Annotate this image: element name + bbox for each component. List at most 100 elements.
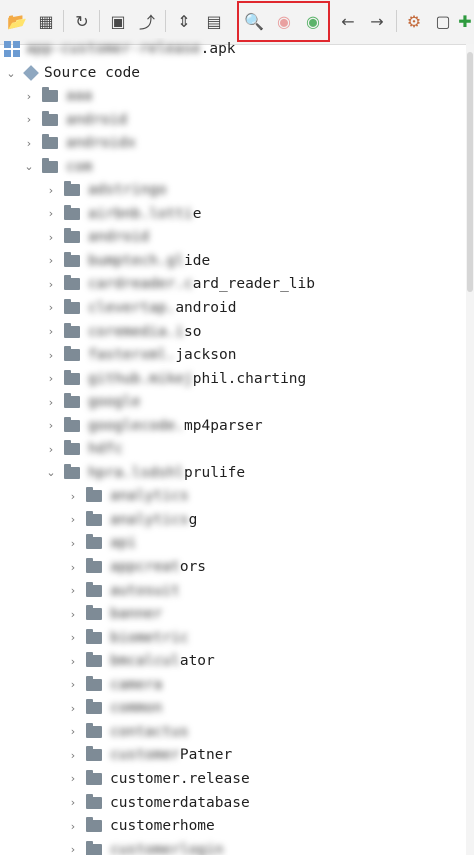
find-usage-icon[interactable]: ◉ — [302, 9, 324, 33]
tree-root-apk[interactable]: app-customer-release .apk — [4, 38, 236, 60]
tree-row[interactable]: › hdfc — [44, 438, 123, 460]
chevron-right-icon[interactable]: › — [44, 277, 58, 291]
tree-row[interactable]: › adstringo — [44, 179, 167, 201]
tree-row[interactable]: › appcreat ors — [66, 556, 206, 578]
chevron-right-icon[interactable]: › — [44, 207, 58, 221]
tree-row[interactable]: › google — [44, 391, 140, 413]
chevron-right-icon[interactable]: › — [22, 89, 36, 103]
chevron-down-icon[interactable]: ⌄ — [4, 66, 18, 80]
tree-row[interactable]: › googlecode. mp4parser — [44, 415, 263, 437]
refresh-icon[interactable]: ↻ — [71, 9, 93, 33]
back-icon[interactable]: ← — [337, 9, 359, 33]
folder-icon — [64, 275, 80, 291]
tree-row[interactable]: › android — [22, 109, 127, 131]
chevron-right-icon[interactable]: › — [66, 607, 80, 621]
tree-row[interactable]: › android — [44, 226, 149, 248]
package-name: customerhome — [110, 818, 215, 835]
chevron-right-icon[interactable]: › — [66, 631, 80, 645]
tree-row[interactable]: › customer Patner — [66, 744, 232, 766]
folder-icon — [42, 87, 58, 102]
export-icon[interactable]: ⤴ — [136, 9, 158, 33]
tree-row[interactable]: › contactus — [66, 721, 189, 743]
tree-row[interactable]: › aaa — [22, 85, 92, 107]
decompile-icon[interactable]: ▢ — [432, 9, 454, 33]
find-class-icon[interactable]: ◉ — [273, 9, 295, 33]
plugin-icon[interactable]: ✚ — [456, 9, 474, 33]
tree-row[interactable]: ⌄ hpra.lsdshl prulife — [44, 462, 245, 484]
settings-panel-icon[interactable]: ⚙ — [403, 9, 425, 33]
chevron-right-icon[interactable]: › — [66, 654, 80, 668]
tree-row[interactable]: › customerlogin — [66, 839, 224, 855]
tree-row[interactable]: › customerhome — [66, 815, 215, 837]
package-name: android — [175, 299, 237, 316]
folder-icon — [64, 440, 80, 456]
chevron-down-icon[interactable]: ⌄ — [22, 160, 36, 174]
chevron-right-icon[interactable]: › — [44, 301, 58, 315]
package-name-blurred: customerlogin — [110, 841, 224, 855]
tree-row[interactable]: › coremedia.i so — [44, 321, 202, 343]
package-folder-icon[interactable]: ▤ — [203, 9, 225, 33]
package-name-blurred: androidx — [66, 135, 136, 152]
save-icon[interactable]: ▣ — [107, 9, 129, 33]
chevron-right-icon[interactable]: › — [66, 819, 80, 833]
folder-icon — [86, 605, 102, 621]
chevron-right-icon[interactable]: › — [66, 536, 80, 550]
chevron-right-icon[interactable]: › — [22, 136, 36, 150]
add-file-icon[interactable]: ▦ — [35, 9, 57, 33]
tree-row[interactable]: › customerdatabase — [66, 792, 250, 814]
tree-row[interactable]: › common — [66, 697, 162, 719]
chevron-right-icon[interactable]: › — [66, 772, 80, 786]
chevron-right-icon[interactable]: › — [66, 560, 80, 574]
chevron-right-icon[interactable]: › — [66, 678, 80, 692]
package-name-blurred: fasterxml. — [88, 347, 176, 364]
folder-icon — [86, 817, 102, 833]
folder-icon — [86, 793, 102, 809]
tree-row[interactable]: › cardreader.c ard_reader_lib — [44, 273, 315, 295]
tree-row[interactable]: › clevertap. android — [44, 297, 236, 319]
tree-row[interactable]: › biometric — [66, 627, 189, 649]
expand-icon[interactable]: ⇕ — [173, 9, 195, 33]
open-folder-icon[interactable]: 📂 — [6, 9, 28, 33]
tree-row[interactable]: › github.mikej phil.charting — [44, 368, 306, 390]
chevron-right-icon[interactable]: › — [44, 348, 58, 362]
package-name: g — [188, 511, 198, 528]
chevron-down-icon[interactable]: ⌄ — [44, 466, 58, 480]
tree-row[interactable]: › androidx — [22, 132, 136, 154]
tree-row[interactable]: › api — [66, 532, 136, 554]
chevron-right-icon[interactable]: › — [66, 489, 80, 503]
chevron-right-icon[interactable]: › — [66, 701, 80, 715]
chevron-right-icon[interactable]: › — [44, 325, 58, 339]
chevron-right-icon[interactable]: › — [66, 513, 80, 527]
chevron-right-icon[interactable]: › — [66, 584, 80, 598]
tree-row[interactable]: › airbnb.lotti e — [44, 203, 202, 225]
chevron-right-icon[interactable]: › — [66, 748, 80, 762]
chevron-right-icon[interactable]: › — [44, 372, 58, 386]
tree-row[interactable]: › analytics — [66, 485, 189, 507]
chevron-right-icon[interactable]: › — [44, 442, 58, 456]
package-name: e — [192, 205, 202, 222]
tree-row[interactable]: ⌄ com — [22, 156, 92, 178]
forward-icon[interactable]: → — [366, 9, 388, 33]
tree-row[interactable]: › analytics g — [66, 509, 197, 531]
tree-source-code[interactable]: ⌄ Source code — [4, 62, 140, 84]
chevron-right-icon[interactable]: › — [44, 254, 58, 268]
tree-row[interactable]: › bumptech.gl ide — [44, 250, 210, 272]
chevron-right-icon[interactable]: › — [66, 843, 80, 855]
tree-row[interactable]: › banner — [66, 603, 162, 625]
package-name-blurred: android — [66, 111, 128, 128]
scrollbar-thumb[interactable] — [467, 52, 473, 292]
tree-row[interactable]: › bmcalcul ator — [66, 650, 215, 672]
tree-row[interactable]: › customer.release — [66, 768, 250, 790]
chevron-right-icon[interactable]: › — [44, 419, 58, 433]
chevron-right-icon[interactable]: › — [22, 113, 36, 127]
vertical-scrollbar[interactable] — [466, 44, 474, 855]
tree-row[interactable]: › fasterxml. jackson — [44, 344, 236, 366]
chevron-right-icon[interactable]: › — [66, 725, 80, 739]
chevron-right-icon[interactable]: › — [44, 183, 58, 197]
tree-row[interactable]: › autosuit — [66, 580, 180, 602]
chevron-right-icon[interactable]: › — [44, 230, 58, 244]
chevron-right-icon[interactable]: › — [66, 796, 80, 810]
chevron-right-icon[interactable]: › — [44, 395, 58, 409]
search-icon[interactable]: 🔍 — [243, 9, 265, 33]
tree-row[interactable]: › camera — [66, 674, 162, 696]
